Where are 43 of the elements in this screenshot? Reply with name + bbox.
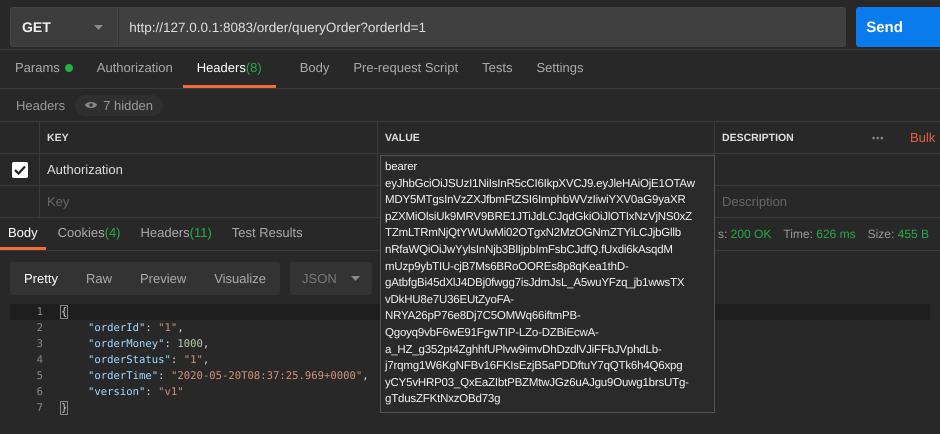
column-header: VALUE: [385, 132, 420, 144]
response-stat: Time: 626 ms: [783, 227, 856, 241]
request-tab[interactable]: Tests: [482, 50, 536, 88]
request-tab[interactable]: Body: [300, 50, 354, 88]
code-line: "orderTime": "2020-05-20T08:37:25.969+0000",: [87, 370, 369, 382]
view-mode-tab[interactable]: Raw: [72, 262, 126, 294]
view-mode-tab[interactable]: Pretty: [10, 262, 72, 294]
column-header: KEY: [47, 132, 69, 144]
request-tab[interactable]: Settings: [536, 50, 608, 88]
line-number: 6: [36, 386, 44, 398]
response-tab[interactable]: Body: [0, 218, 46, 250]
code-line: }: [61, 402, 68, 414]
line-number: 1: [36, 306, 44, 318]
line-number: 2: [36, 322, 44, 334]
section-label: Headers: [16, 98, 66, 112]
line-number: 3: [36, 338, 44, 350]
more-options-button[interactable]: •••: [872, 132, 884, 142]
code-line: {: [61, 306, 68, 318]
code-line: "orderId": "1",: [87, 322, 184, 334]
method-dropdown[interactable]: GET: [10, 7, 118, 47]
response-stat: s: 200 OK: [718, 227, 772, 241]
hidden-headers-toggle[interactable]: 7 hidden: [75, 94, 164, 116]
line-number: 7: [36, 402, 44, 414]
code-line: "orderStatus": "1",: [87, 354, 210, 366]
line-number: 4: [36, 354, 44, 366]
value-tooltip: bearer eyJhbGciOiJSUzI1NiIsInR5cCI6IkpXVCJ9.eyJleHAiOjE1OTAw MDY5MTgsInVzZXJfbmFtZSI6ImphbWVzIiwiYXV0aG9yaXR pZXMiOlsiUk9MRV9BRE1JTiJdLCJqdGkiOiJlOTIxNzVjNS0xZ TZmLTRmNjQtYWUwMi02OTgxN2MzOGNmZTYiLCJjbGllb nRfaWQiOiJwYylsInNjb3BlIjpbImFsbCJdfQ.fUxdi6kAsqdM mUzp9ybTIU-cjB7Ms6BRoOOREs8p8qKea1thD- gAtbfgBi45dXlJ4DBj0fwgg7isJdmJsL_A5wuYFzq_jb1wwsTX vDkHU8e7U36EUtZyoFA- NRYA26pP76e8Dj7C5OMWq66iftmPB- Qgoyq9vbF6wE91FgwTIP-LZo-DZBiEcwA- a_HZ_g352pt4ZghhfUPlvw9imvDhDzdlVJiFFbJVphdLb- j7rqmg1W6KgNFBv16FKIsEzjB5aPDDftuY7qQTk6h4Q6xpg yCY5vHRP03_QxEaZIbtPBZMtwJGz6uAJgu9Ouwg1brsUTg- gTdusZFKtNxzOBd73g: [380, 155, 715, 413]
view-mode-tab[interactable]: Preview: [126, 262, 200, 294]
url-field[interactable]: http://127.0.0.1:8083/order/queryOrder?orderId=1: [118, 7, 846, 47]
request-tab[interactable]: Params: [15, 50, 97, 88]
request-tab[interactable]: Headers(8): [182, 50, 276, 88]
code-line: "orderMoney": 1000,: [87, 338, 210, 350]
code-line: "version": "v1": [87, 386, 184, 398]
request-tab[interactable]: Pre-request Script: [353, 50, 482, 88]
response-tab[interactable]: Headers(11): [132, 218, 220, 250]
bulk-edit-link[interactable]: Bulk: [910, 130, 936, 145]
response-stat: Size: 455 B: [868, 227, 929, 241]
line-number: 5: [36, 370, 44, 382]
send-button[interactable]: Send: [856, 7, 940, 47]
column-header: DESCRIPTION: [722, 132, 794, 144]
view-mode-tab[interactable]: Visualize: [200, 262, 280, 294]
table-cell: Authorization: [47, 162, 123, 177]
response-tab[interactable]: Cookies(4): [50, 218, 128, 250]
response-tab[interactable]: Test Results: [224, 218, 311, 250]
